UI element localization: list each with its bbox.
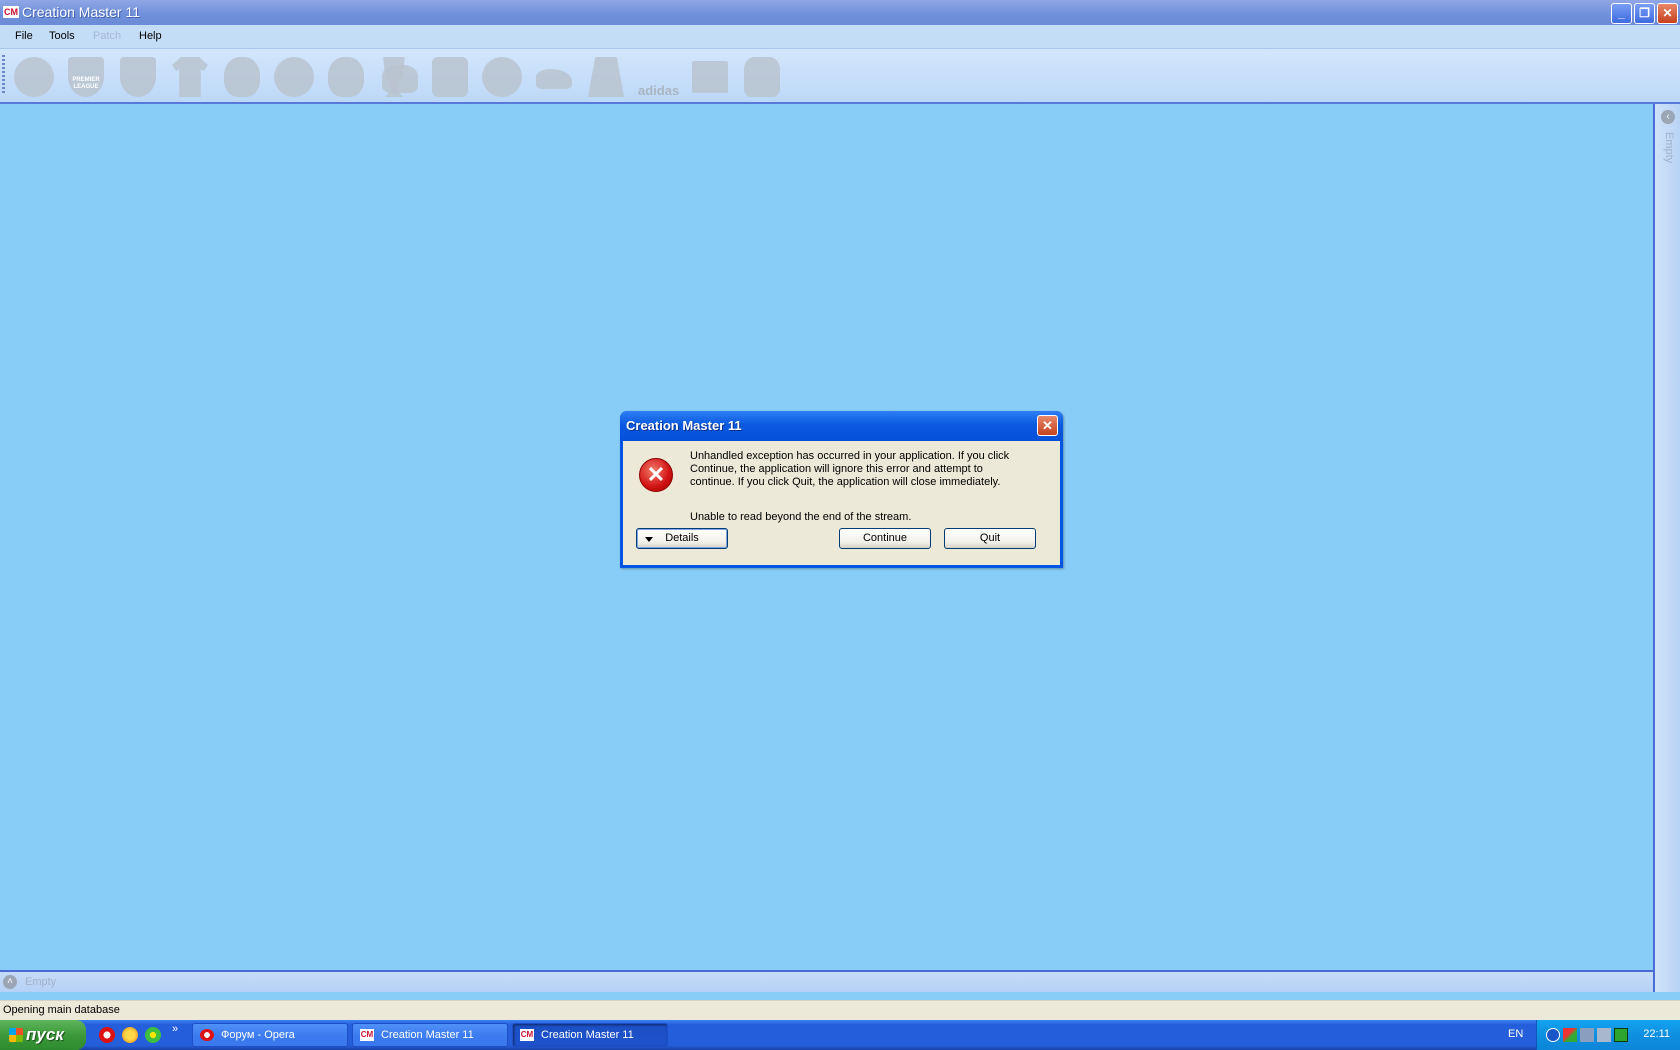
task-label: Форум - Opera	[221, 1029, 295, 1041]
newspaper-icon[interactable]	[686, 53, 734, 101]
task-label: Creation Master 11	[541, 1029, 634, 1041]
handshake-transfer-icon[interactable]	[426, 53, 474, 101]
club-crest-shape	[120, 57, 156, 97]
start-button[interactable]: пуск	[0, 1020, 86, 1050]
manager-head-shape	[328, 57, 364, 97]
quit-button[interactable]: Quit	[944, 528, 1036, 549]
glove-shape	[744, 57, 780, 97]
newspaper-shape	[692, 61, 728, 93]
right-collapsed-panel[interactable]: ‹ Empty	[1653, 104, 1680, 992]
task-label: Creation Master 11	[381, 1029, 474, 1041]
error-dialog: Creation Master 11 ✕ ✕ Unhandled excepti…	[620, 411, 1063, 568]
expand-panel-icon[interactable]: ‹	[1661, 110, 1675, 124]
start-label: пуск	[26, 1025, 64, 1044]
shirt-shape	[172, 57, 208, 97]
field-shape	[588, 57, 624, 97]
premier-league-icon[interactable]: PREMIER LEAGUE	[62, 53, 110, 101]
player-head-shape	[224, 57, 260, 97]
menu-patch: Patch	[93, 30, 122, 42]
stadium-icon[interactable]	[270, 53, 318, 101]
dialog-title: Creation Master 11	[626, 418, 742, 433]
volume-icon[interactable]	[1597, 1028, 1611, 1042]
globe-shape	[14, 57, 54, 97]
opera-icon	[200, 1029, 214, 1041]
task-button-cm-2[interactable]: CM Creation Master 11	[512, 1023, 668, 1047]
quick-launch-more-icon[interactable]: »	[172, 1023, 178, 1035]
windows-logo-icon	[9, 1028, 23, 1042]
window-title-bar[interactable]: CM Creation Master 11 _ ❐ ✕	[0, 0, 1680, 25]
app-icon[interactable]: CM	[3, 6, 19, 18]
handshake-shape	[432, 57, 468, 97]
antivirus-icon[interactable]	[1563, 1028, 1577, 1042]
mail-agent-icon[interactable]	[122, 1027, 138, 1043]
pl-label: PREMIER LEAGUE	[72, 77, 100, 90]
dialog-detail: Unable to read beyond the end of the str…	[690, 511, 912, 523]
error-icon: ✕	[639, 458, 673, 492]
player-head-icon[interactable]	[218, 53, 266, 101]
minimize-icon: _	[1618, 6, 1625, 20]
language-indicator[interactable]: EN	[1508, 1028, 1523, 1040]
dialog-body: ✕ Unhandled exception has occurred in yo…	[623, 441, 1060, 565]
football-ball-icon[interactable]	[478, 53, 526, 101]
boots-icon[interactable]	[530, 53, 578, 101]
gamepad-shape	[382, 65, 418, 93]
menu-bar: File Tools Patch Help	[0, 25, 1680, 49]
task-button-cm-1[interactable]: CM Creation Master 11	[352, 1023, 508, 1047]
details-button[interactable]: Details	[636, 528, 728, 549]
menu-help[interactable]: Help	[139, 30, 162, 42]
clock[interactable]: 22:11	[1643, 1028, 1670, 1040]
bottom-panel-label: Empty	[25, 976, 57, 988]
right-panel-label: Empty	[1663, 132, 1675, 164]
restore-icon: ❐	[1639, 6, 1650, 20]
task-button-opera[interactable]: Форум - Opera	[192, 1023, 348, 1047]
window-title: Creation Master 11	[22, 4, 141, 20]
battery-icon[interactable]	[1614, 1028, 1628, 1042]
cm-icon: CM	[520, 1029, 534, 1041]
restore-button[interactable]: ❐	[1634, 3, 1655, 24]
toolbar-grip[interactable]	[2, 55, 5, 95]
dialog-close-button[interactable]: ✕	[1037, 415, 1058, 436]
opera-icon[interactable]	[99, 1027, 115, 1043]
icq-icon[interactable]	[145, 1027, 161, 1043]
world-globe-icon[interactable]	[10, 53, 58, 101]
expand-panel-up-icon[interactable]: ˄	[3, 975, 17, 989]
ball-shape	[482, 57, 522, 97]
status-text: Opening main database	[3, 1004, 120, 1016]
adidas-label: adidas	[638, 83, 680, 98]
network-icon[interactable]	[1580, 1028, 1594, 1042]
quit-button-label: Quit	[979, 532, 1001, 544]
details-button-label: Details	[665, 532, 699, 544]
continue-button-label: Continue	[862, 532, 908, 544]
chevron-down-icon	[645, 537, 653, 542]
boot-shape	[536, 69, 572, 89]
taskbar: пуск » Форум - Opera CM Creation Master …	[0, 1020, 1680, 1050]
status-bar: Opening main database	[0, 1000, 1680, 1020]
close-icon: ✕	[1042, 418, 1053, 433]
main-toolbar: PREMIER LEAGUE adidas	[0, 49, 1680, 104]
kit-shirt-icon[interactable]	[166, 53, 214, 101]
goalkeeper-glove-icon[interactable]	[738, 53, 786, 101]
menu-tools[interactable]: Tools	[49, 30, 75, 42]
club-crest-icon[interactable]	[114, 53, 162, 101]
manager-head-icon[interactable]	[322, 53, 370, 101]
dialog-title-bar[interactable]: Creation Master 11 ✕	[620, 411, 1063, 441]
stadium-shape	[274, 57, 314, 97]
continue-button[interactable]: Continue	[839, 528, 931, 549]
bottom-collapsed-panel[interactable]: ˄ Empty	[0, 970, 1653, 992]
close-icon: ✕	[1662, 6, 1673, 20]
nike-adidas-brand-icon[interactable]: adidas	[634, 53, 682, 101]
menu-file[interactable]: File	[15, 30, 33, 42]
cm-icon: CM	[360, 1029, 374, 1041]
tray-expand-icon[interactable]	[1546, 1028, 1560, 1042]
gamepad-icon[interactable]	[376, 53, 424, 101]
minimize-button[interactable]: _	[1611, 3, 1632, 24]
dialog-message: Unhandled exception has occurred in your…	[690, 450, 1010, 488]
close-button[interactable]: ✕	[1657, 3, 1678, 24]
pitch-field-icon[interactable]	[582, 53, 630, 101]
system-tray: 22:11	[1536, 1020, 1680, 1050]
